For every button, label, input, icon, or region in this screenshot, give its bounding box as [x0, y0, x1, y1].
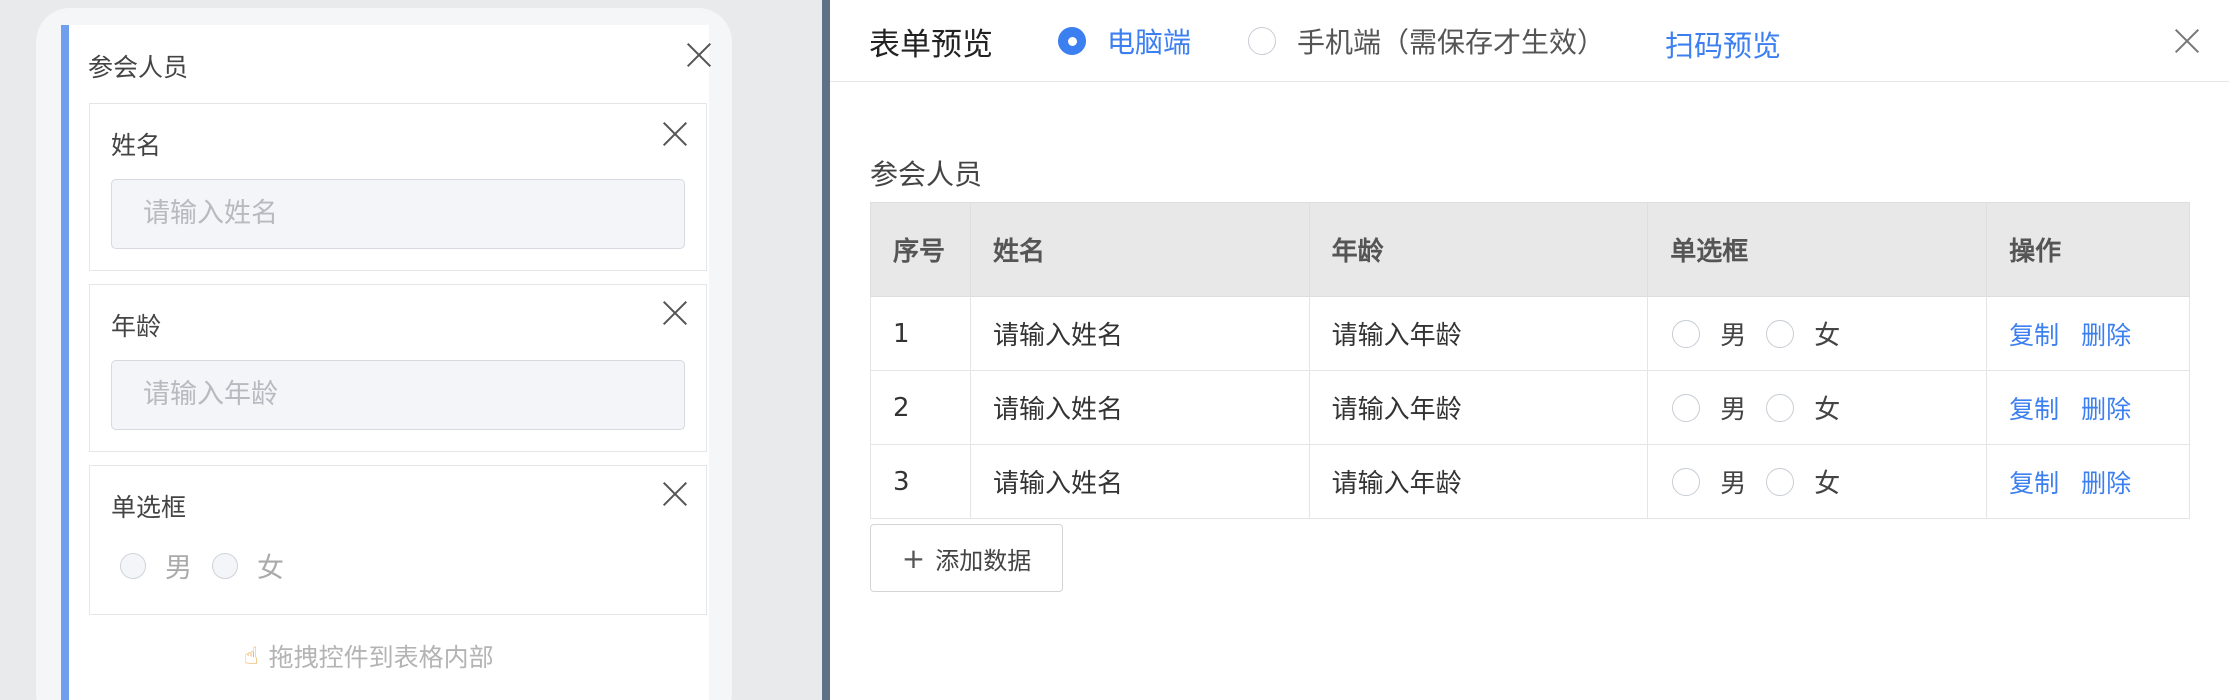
table-row: 3 请输入姓名 请输入年龄 男 女 复制 删除 — [870, 444, 2190, 519]
dialog-header: 表单预览 电脑端 手机端（需保存才生效） 扫码预览 — [830, 0, 2229, 82]
radio-label: 男 — [1720, 321, 1747, 351]
remove-field-close-icon[interactable] — [662, 121, 688, 147]
remove-field-close-icon[interactable] — [662, 481, 688, 507]
radio-label: 女 — [1814, 469, 1841, 499]
radio-male[interactable] — [1672, 467, 1701, 496]
remove-subform-close-icon[interactable] — [686, 42, 712, 68]
radio-label: 女 — [1814, 321, 1841, 351]
row-index: 2 — [870, 370, 971, 445]
gender-radio-cell: 男 女 — [1647, 296, 1988, 371]
row-index: 3 — [870, 444, 971, 519]
field-label: 年龄 — [111, 312, 162, 341]
subform-preview-title: 参会人员 — [870, 158, 983, 191]
radio-circle-icon — [212, 552, 238, 579]
drag-hint-text: 拖拽控件到表格内部 — [268, 643, 494, 672]
drag-hint: ☝ 拖拽控件到表格内部 — [244, 638, 494, 674]
actions-cell: 复制 删除 — [1986, 444, 2190, 519]
radio-checked-icon — [1058, 27, 1086, 55]
column-header: 序号 — [870, 202, 971, 297]
remove-field-close-icon[interactable] — [662, 300, 688, 326]
radio-female[interactable] — [1766, 393, 1795, 422]
age-input[interactable]: 请输入年龄 — [1308, 370, 1649, 445]
radio-option-label: 女 — [257, 553, 284, 584]
age-input-preview: 请输入年龄 — [111, 360, 685, 430]
dialog-title: 表单预览 — [869, 27, 993, 63]
radio-label: 女 — [1814, 395, 1841, 425]
subform-title: 参会人员 — [88, 53, 189, 82]
name-input[interactable]: 请输入姓名 — [969, 296, 1310, 371]
table-row: 1 请输入姓名 请输入年龄 男 女 复制 删除 — [870, 296, 2190, 371]
radio-female[interactable] — [1766, 319, 1795, 348]
row-index: 1 — [870, 296, 971, 371]
dialog-close-icon[interactable] — [2174, 28, 2200, 54]
copy-row-link[interactable]: 复制 — [2009, 395, 2059, 424]
plus-icon: + — [901, 541, 926, 575]
form-preview-dialog: 表单预览 电脑端 手机端（需保存才生效） 扫码预览 参会人员 序号 姓名 年龄 … — [830, 0, 2229, 700]
radio-female[interactable] — [1766, 467, 1795, 496]
field-card-age[interactable]: 年龄 请输入年龄 — [89, 284, 707, 452]
radio-male[interactable] — [1672, 393, 1701, 422]
table-header-row: 序号 姓名 年龄 单选框 操作 — [870, 202, 2190, 297]
radio-male[interactable] — [1672, 319, 1701, 348]
actions-cell: 复制 删除 — [1986, 296, 2190, 371]
column-header: 操作 — [1986, 202, 2190, 297]
subform-table: 序号 姓名 年龄 单选框 操作 1 请输入姓名 请输入年龄 男 女 复制删除 2… — [870, 202, 2190, 519]
field-card-name[interactable]: 姓名 请输入姓名 — [89, 103, 707, 271]
gender-radio-cell: 男 女 — [1647, 444, 1988, 519]
add-data-label: 添加数据 — [935, 546, 1032, 575]
mode-desktop-radio[interactable]: 电脑端 — [1058, 21, 1191, 61]
mode-label: 电脑端 — [1107, 26, 1192, 59]
field-card-radio[interactable]: 单选框 男 女 — [89, 465, 707, 615]
name-input[interactable]: 请输入姓名 — [969, 444, 1310, 519]
delete-row-link[interactable]: 删除 — [2081, 469, 2131, 498]
radio-options-preview: 男 女 — [120, 546, 304, 585]
gender-radio-cell: 男 女 — [1647, 370, 1988, 445]
pointing-hand-icon: ☝ — [244, 642, 259, 670]
name-input[interactable]: 请输入姓名 — [969, 370, 1310, 445]
mode-label: 手机端（需保存才生效） — [1297, 26, 1606, 59]
field-label: 单选框 — [111, 493, 187, 522]
column-header: 单选框 — [1647, 202, 1988, 297]
scan-preview-link[interactable]: 扫码预览 — [1665, 23, 1781, 65]
table-row: 2 请输入姓名 请输入年龄 男 女 复制 删除 — [870, 370, 2190, 445]
mode-mobile-radio[interactable]: 手机端（需保存才生效） — [1248, 21, 1605, 61]
radio-label: 男 — [1720, 469, 1747, 499]
radio-unchecked-icon — [1248, 27, 1276, 55]
copy-row-link[interactable]: 复制 — [2009, 469, 2059, 498]
panel-divider — [822, 0, 830, 700]
delete-row-link[interactable]: 删除 — [2081, 321, 2131, 350]
field-label: 姓名 — [111, 131, 162, 160]
column-header: 年龄 — [1308, 202, 1649, 297]
radio-option-label: 男 — [165, 553, 192, 584]
delete-row-link[interactable]: 删除 — [2081, 395, 2131, 424]
copy-row-link[interactable]: 复制 — [2009, 321, 2059, 350]
age-input[interactable]: 请输入年龄 — [1308, 444, 1649, 519]
radio-circle-icon — [120, 552, 146, 579]
age-input[interactable]: 请输入年龄 — [1308, 296, 1649, 371]
radio-label: 男 — [1720, 395, 1747, 425]
actions-cell: 复制 删除 — [1986, 370, 2190, 445]
column-header: 姓名 — [969, 202, 1310, 297]
name-input-preview: 请输入姓名 — [111, 179, 685, 249]
add-data-button[interactable]: + 添加数据 — [870, 524, 1063, 592]
